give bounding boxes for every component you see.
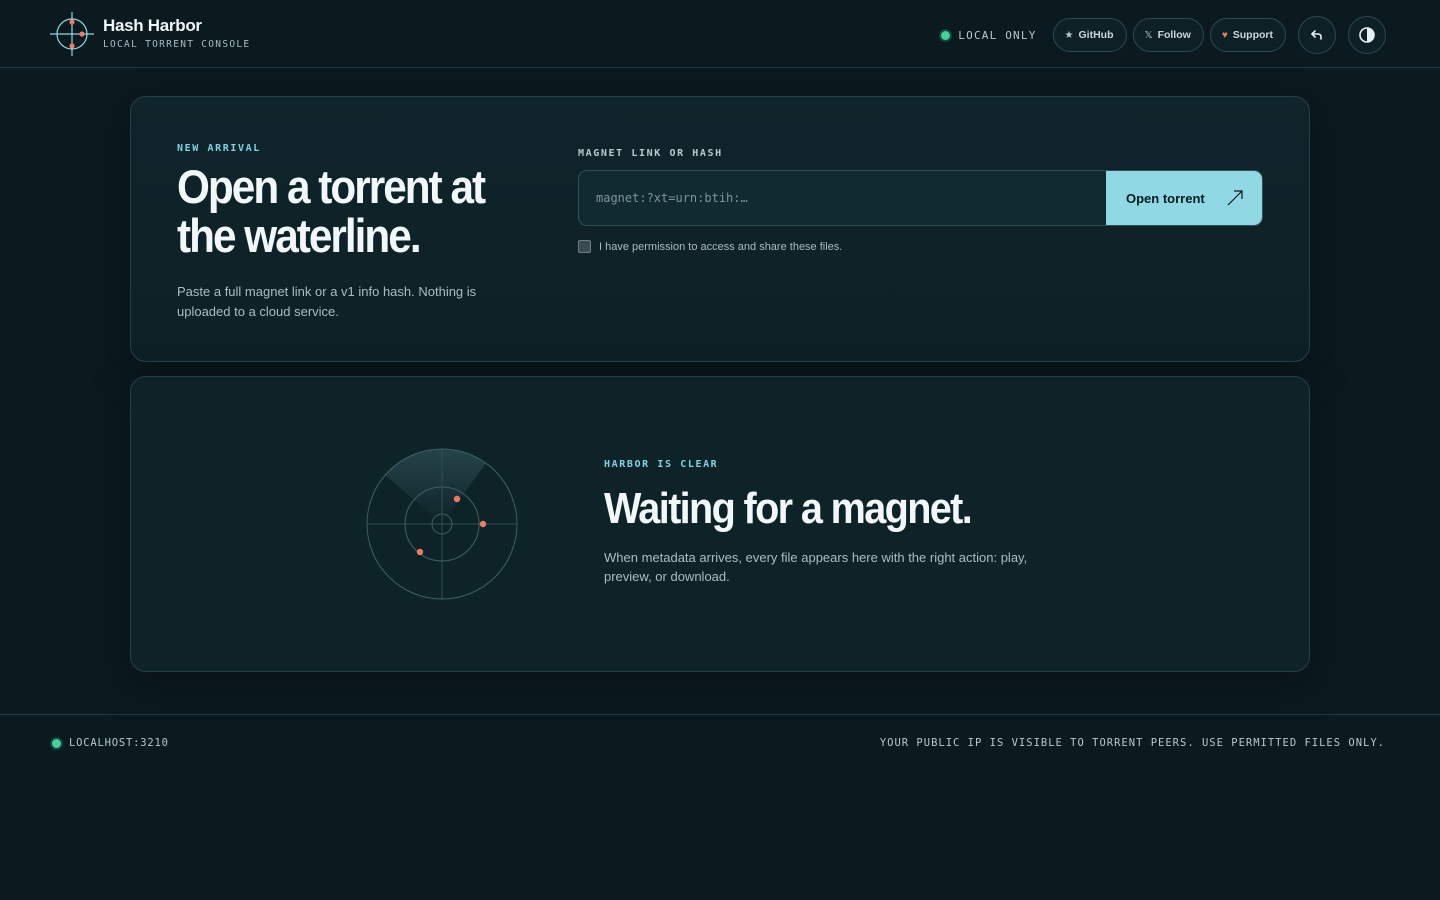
footer-notice: YOUR PUBLIC IP IS VISIBLE TO TORRENT PEE… (879, 737, 1385, 749)
theme-toggle-button[interactable] (1348, 16, 1386, 54)
magnet-form: MAGNET LINK OR HASH Open torrent I have … (578, 143, 1263, 253)
open-torrent-button[interactable]: Open torrent (1106, 171, 1262, 225)
open-intro: NEW ARRIVAL Open a torrent at the waterl… (177, 143, 517, 322)
github-button[interactable]: ★ GitHub (1052, 18, 1127, 52)
local-only-badge: LOCAL ONLY (941, 29, 1036, 42)
star-icon: ★ (1064, 29, 1074, 41)
footer-host: LOCALHOST:3210 (52, 737, 169, 749)
undo-icon (1311, 30, 1322, 40)
footer: LOCALHOST:3210 YOUR PUBLIC IP IS VISIBLE… (0, 714, 1440, 772)
support-button[interactable]: ♥ Support (1209, 18, 1286, 52)
magnet-input[interactable] (579, 171, 1106, 225)
magnet-field-label: MAGNET LINK OR HASH (578, 148, 723, 159)
open-torrent-label: Open torrent (1126, 190, 1205, 206)
permission-label[interactable]: I have permission to access and share th… (599, 241, 842, 253)
waiting-description: When metadata arrives, every file appear… (604, 550, 1028, 584)
brand-title: Hash Harbor (103, 16, 202, 35)
waiting-message: HARBOR IS CLEAR Waiting for a magnet. Wh… (604, 459, 1074, 586)
undo-button[interactable] (1298, 16, 1336, 54)
arrow-up-right-icon (1227, 190, 1243, 206)
theme-contrast-icon (1359, 27, 1375, 43)
waiting-card: HARBOR IS CLEAR Waiting for a magnet. Wh… (130, 376, 1310, 672)
page-title: Open a torrent at the waterline. (177, 160, 486, 262)
follow-button[interactable]: 𝕏 Follow (1132, 18, 1204, 52)
follow-label: Follow (1157, 29, 1191, 41)
new-arrival-eyebrow: NEW ARRIVAL (177, 143, 261, 154)
permission-row: I have permission to access and share th… (578, 240, 1263, 253)
github-label: GitHub (1078, 29, 1114, 41)
open-description: Paste a full magnet link or a v1 info ha… (177, 284, 477, 319)
status-dot-icon (941, 30, 951, 40)
crosshair-logo-icon (50, 12, 94, 56)
permission-checkbox[interactable] (578, 240, 591, 253)
x-logo-icon: 𝕏 (1144, 29, 1153, 41)
radar-icon (366, 448, 518, 600)
top-nav: LOCAL ONLY ★ GitHub 𝕏 Follow ♥ Support (941, 16, 1386, 54)
heart-icon: ♥ (1221, 29, 1228, 41)
local-only-label: LOCAL ONLY (958, 28, 1037, 42)
host-status-dot-icon (52, 738, 61, 748)
brand-subtitle: LOCAL TORRENT CONSOLE (103, 39, 251, 50)
brand[interactable]: Hash Harbor LOCAL TORRENT CONSOLE (48, 10, 250, 58)
waiting-title: Waiting for a magnet. (604, 484, 973, 533)
harbor-clear-eyebrow: HARBOR IS CLEAR (604, 459, 719, 470)
host-label: LOCALHOST:3210 (69, 737, 169, 749)
open-torrent-card: NEW ARRIVAL Open a torrent at the waterl… (130, 96, 1310, 362)
support-label: Support (1232, 29, 1273, 41)
top-bar: Hash Harbor LOCAL TORRENT CONSOLE LOCAL … (0, 0, 1440, 68)
magnet-input-group: Open torrent (578, 170, 1263, 226)
